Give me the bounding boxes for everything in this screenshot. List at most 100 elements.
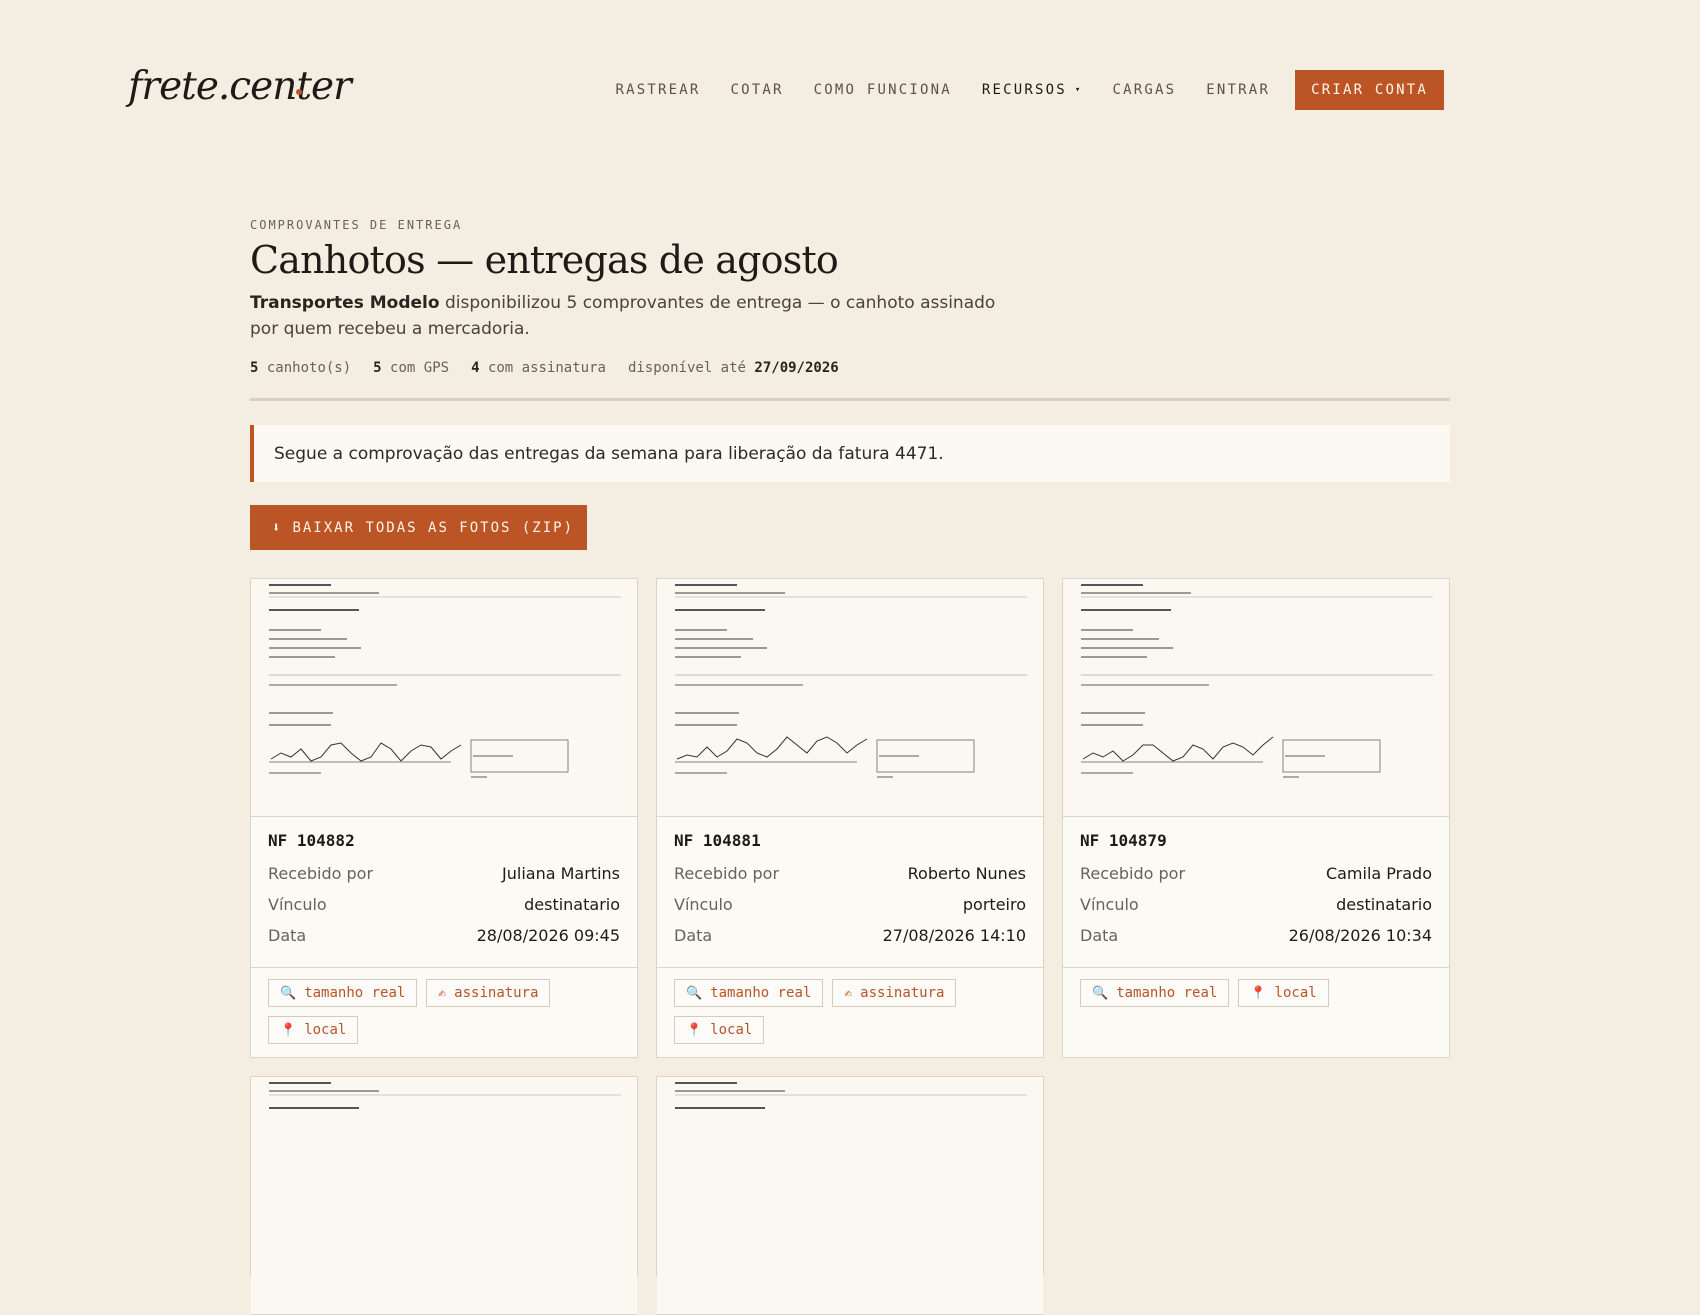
nav-recursos[interactable]: RECURSOS ▾ [982, 70, 1083, 110]
card-actions: 🔍 tamanho real ✍ assinatura 📍 local [657, 967, 1043, 1055]
tamanho-real-button[interactable]: 🔍 tamanho real [268, 979, 418, 1007]
local-button[interactable]: 📍 local [1238, 979, 1329, 1007]
canhoto-photo[interactable] [251, 1077, 637, 1315]
vinculo-row: Vínculo destinatario [268, 889, 620, 920]
assinatura-label: assinatura [454, 985, 539, 1001]
recebido-row: Recebido por Juliana Martins [268, 858, 620, 889]
stat-canhotos-count: 5 [250, 360, 259, 376]
magnifier-icon: 🔍 [1092, 985, 1109, 1001]
nav-como-funciona[interactable]: COMO FUNCIONA [814, 70, 952, 110]
tamanho-real-label: tamanho real [1116, 985, 1218, 1001]
divider [250, 398, 1450, 401]
logo-dot [296, 89, 302, 95]
canhoto-photo[interactable] [657, 1077, 1043, 1315]
vinculo-label: Vínculo [1080, 895, 1139, 914]
recebido-value: Camila Prado [1325, 864, 1432, 883]
data-value: 28/08/2026 09:45 [476, 926, 620, 945]
receipt-image [1081, 584, 1433, 778]
receipt-image [269, 1082, 621, 1109]
page-lead: Transportes Modelo disponibilizou 5 comp… [250, 290, 1010, 342]
tamanho-real-label: tamanho real [304, 985, 406, 1001]
assinatura-label: assinatura [860, 985, 945, 1001]
site-header: frete.center RASTREAR COTAR COMO FUNCION… [0, 0, 1700, 180]
canhoto-photo[interactable] [657, 579, 1043, 817]
recebido-label: Recebido por [674, 864, 780, 883]
assinatura-button[interactable]: ✍ assinatura [832, 979, 957, 1007]
nf-number: NF 104879 [1080, 831, 1167, 850]
data-value: 27/08/2026 14:10 [882, 926, 1026, 945]
tamanho-real-label: tamanho real [710, 985, 812, 1001]
stats-bar: 5 canhoto(s) 5 com GPS 4 com assinatura … [250, 360, 1450, 376]
main-content: COMPROVANTES DE ENTREGA Canhotos — entre… [250, 200, 1450, 1315]
canhoto-card [656, 1076, 1044, 1315]
local-button[interactable]: 📍 local [268, 1016, 359, 1044]
data-label: Data [1080, 926, 1119, 945]
nav-cargas[interactable]: CARGAS [1113, 70, 1177, 110]
receipt-image [269, 584, 621, 778]
stat-gps: 5 com GPS [373, 360, 449, 376]
download-zip-label: BAIXAR TODAS AS FOTOS (ZIP) [292, 519, 575, 536]
nav-cotar[interactable]: COTAR [731, 70, 784, 110]
receipt-image [675, 584, 1027, 778]
stat-disponivel-label: disponível até [627, 360, 746, 376]
nav-recursos-label: RECURSOS [981, 82, 1067, 98]
canhoto-card: NF 104882 Recebido por Juliana Martins Ví… [250, 578, 638, 1058]
download-icon: ⬇ [272, 519, 283, 536]
pin-icon: 📍 [686, 1022, 703, 1038]
recebido-label: Recebido por [268, 864, 374, 883]
stat-disponivel: disponível até 27/09/2026 [628, 360, 839, 376]
assinatura-button[interactable]: ✍ assinatura [426, 979, 551, 1007]
card-info: NF 104879 Recebido por Camila Prado Víncu… [1063, 817, 1449, 951]
vinculo-label: Vínculo [674, 895, 733, 914]
local-button[interactable]: 📍 local [674, 1016, 765, 1044]
magnifier-icon: 🔍 [686, 985, 703, 1001]
tamanho-real-button[interactable]: 🔍 tamanho real [1080, 979, 1230, 1007]
canhoto-card: NF 104881 Recebido por Roberto Nunes Vínc… [656, 578, 1044, 1058]
nf-number: NF 104881 [674, 831, 761, 850]
data-row: Data 26/08/2026 10:34 [1080, 920, 1432, 951]
local-label: local [710, 1022, 753, 1038]
stat-gps-count: 5 [373, 360, 382, 376]
local-label: local [1274, 985, 1317, 1001]
stat-gps-label: com GPS [390, 360, 450, 376]
vinculo-row: Vínculo destinatario [1080, 889, 1432, 920]
stat-canhotos-label: canhoto(s) [266, 360, 352, 376]
nav-entrar[interactable]: ENTRAR [1206, 70, 1270, 110]
nf-number: NF 104882 [268, 831, 355, 850]
canhoto-photo[interactable] [251, 579, 637, 817]
data-row: Data 27/08/2026 14:10 [674, 920, 1026, 951]
logo[interactable]: frete.center [128, 64, 352, 109]
pin-icon: 📍 [280, 1022, 297, 1038]
canhoto-card: NF 104879 Recebido por Camila Prado Víncu… [1062, 578, 1450, 1058]
vinculo-label: Vínculo [268, 895, 327, 914]
magnifier-icon: 🔍 [280, 985, 297, 1001]
nav-rastrear[interactable]: RASTREAR [615, 70, 700, 110]
chevron-down-icon: ▾ [1074, 85, 1083, 95]
canhoto-card [250, 1076, 638, 1315]
writing-hand-icon: ✍ [438, 985, 447, 1001]
criar-conta-button[interactable]: CRIAR CONTA [1295, 70, 1444, 110]
card-info: NF 104882 Recebido por Juliana Martins Ví… [251, 817, 637, 951]
download-zip-button[interactable]: ⬇ BAIXAR TODAS AS FOTOS (ZIP) [250, 505, 587, 550]
vinculo-value: destinatario [1336, 895, 1432, 914]
data-label: Data [268, 926, 307, 945]
vinculo-value: destinatario [524, 895, 620, 914]
page-eyebrow: COMPROVANTES DE ENTREGA [250, 218, 463, 232]
writing-hand-icon: ✍ [844, 985, 853, 1001]
recebido-row: Recebido por Camila Prado [1080, 858, 1432, 889]
vinculo-row: Vínculo porteiro [674, 889, 1026, 920]
receipt-image [675, 1082, 1027, 1109]
canhoto-photo[interactable] [1063, 579, 1449, 817]
company-name: Transportes Modelo [250, 293, 440, 313]
tamanho-real-button[interactable]: 🔍 tamanho real [674, 979, 824, 1007]
local-label: local [304, 1022, 347, 1038]
stat-assinatura: 4 com assinatura [471, 360, 606, 376]
card-actions: 🔍 tamanho real ✍ assinatura 📍 local [251, 967, 637, 1055]
stat-canhotos: 5 canhoto(s) [250, 360, 351, 376]
card-actions: 🔍 tamanho real 📍 local [1063, 967, 1449, 1018]
vinculo-value: porteiro [962, 895, 1026, 914]
stat-assinatura-label: com assinatura [487, 360, 606, 376]
recebido-value: Roberto Nunes [907, 864, 1026, 883]
stat-assinatura-count: 4 [471, 360, 480, 376]
stat-disponivel-date: 27/09/2026 [754, 360, 839, 376]
